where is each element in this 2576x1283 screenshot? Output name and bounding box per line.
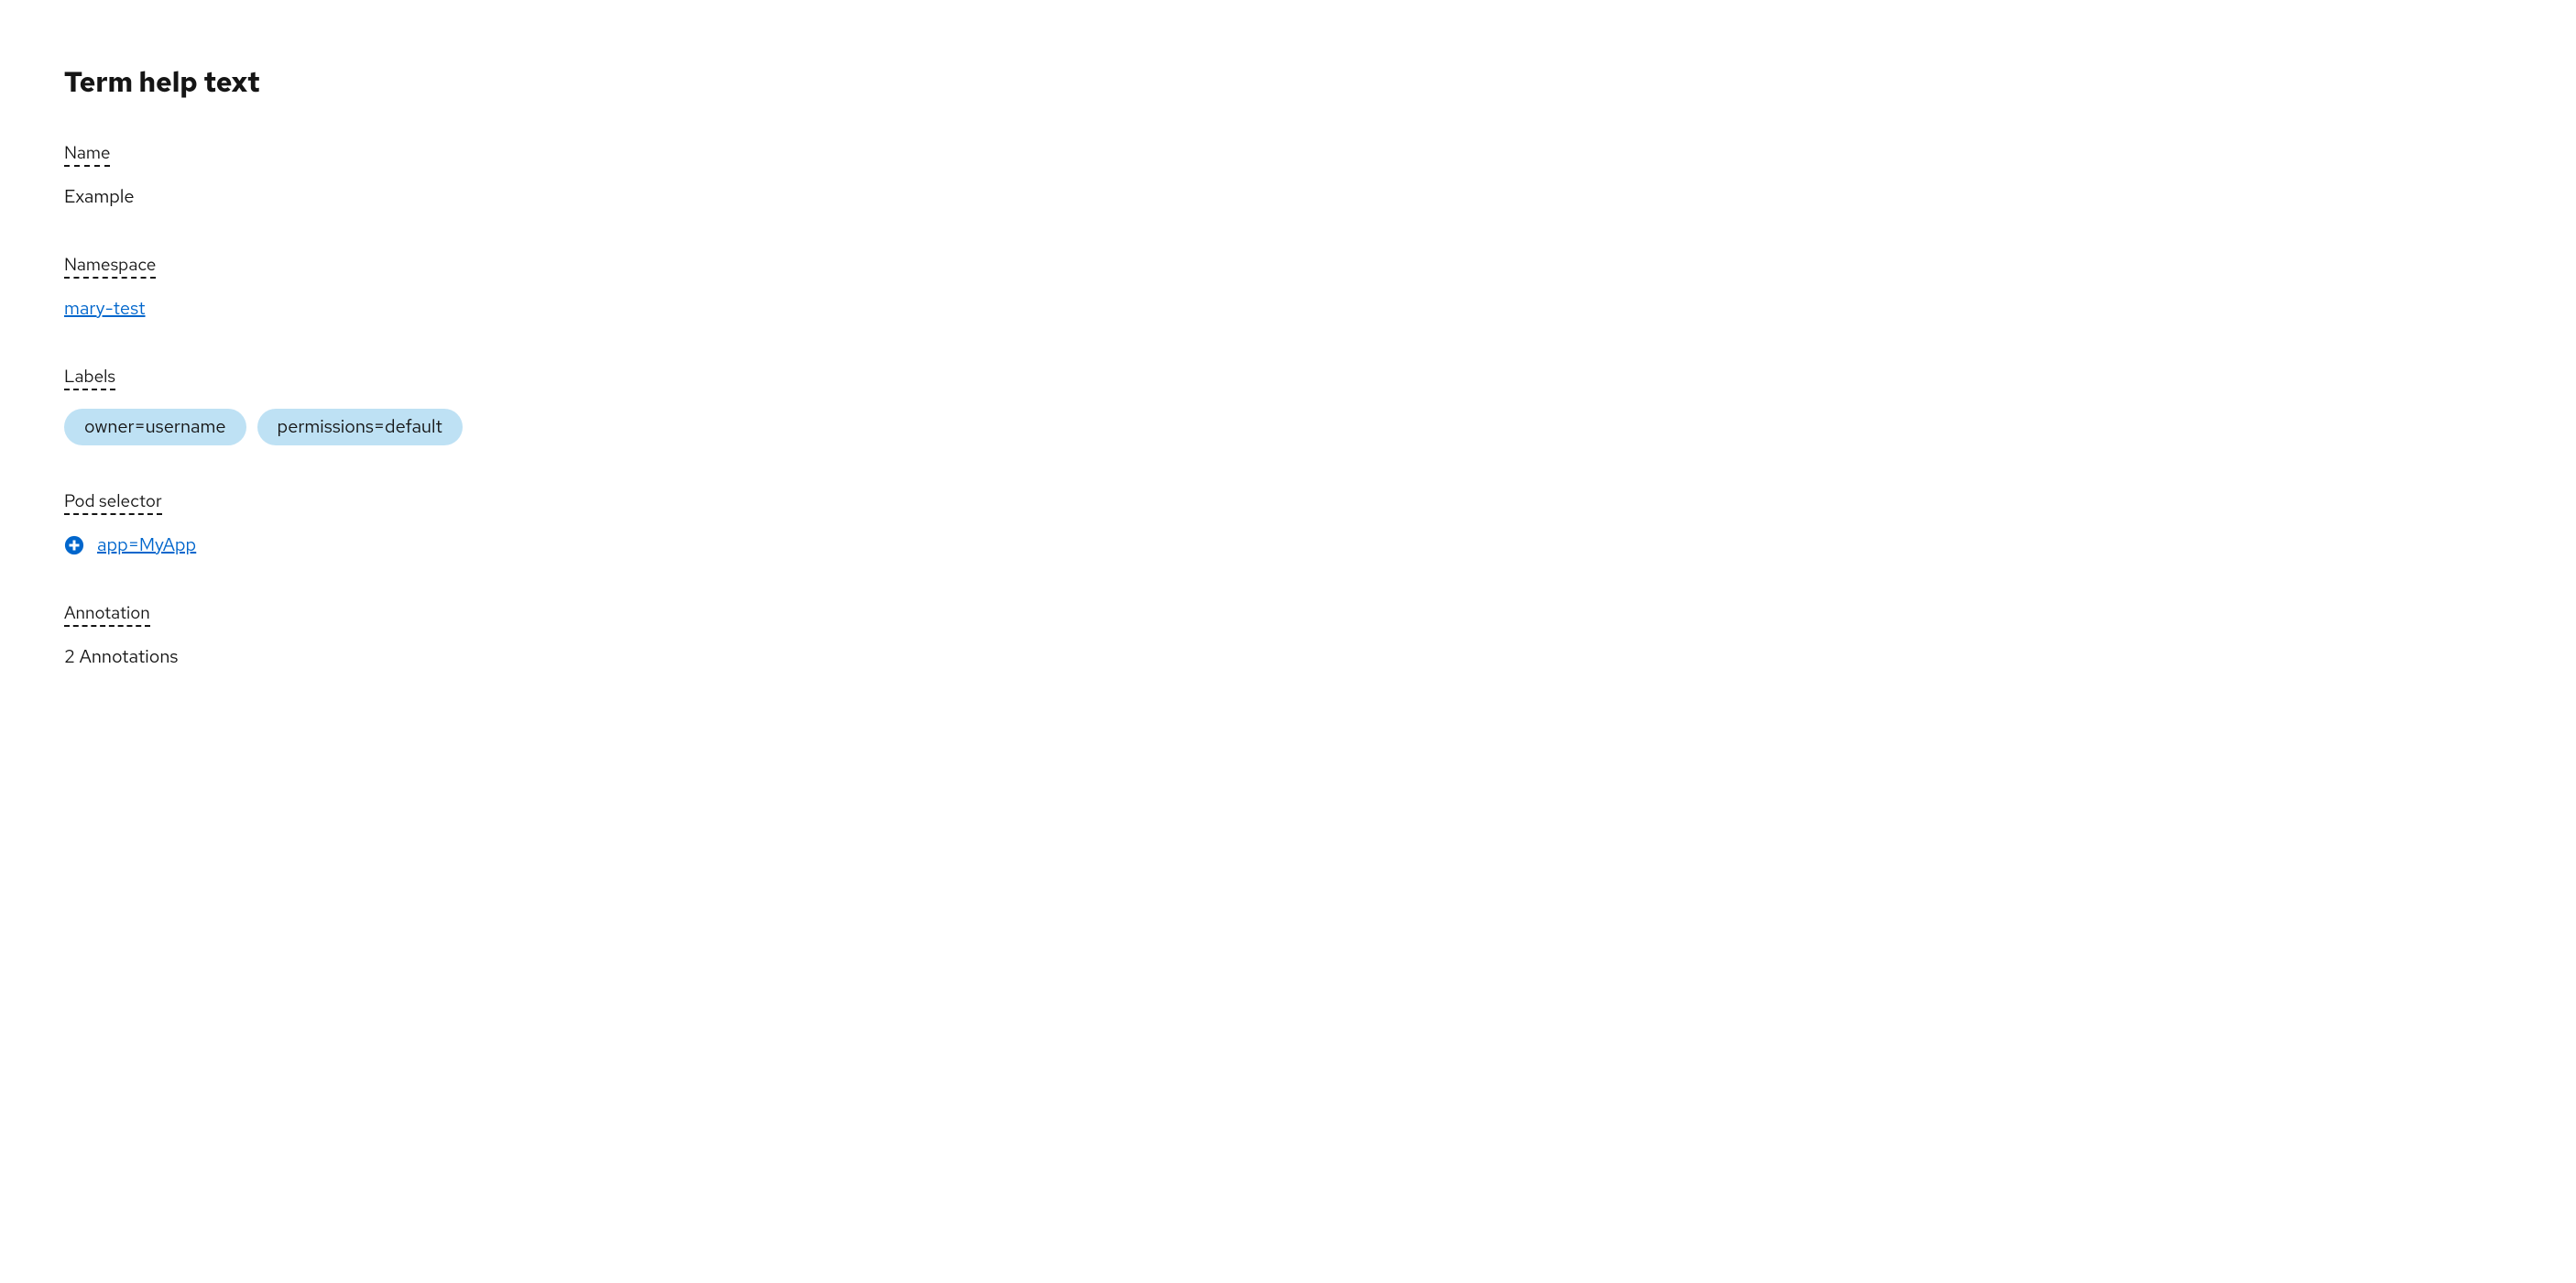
term-value-name: Example [64,185,2512,209]
term-group-name: Name Example [64,141,2512,209]
term-group-annotation: Annotation 2 Annotations [64,601,2512,669]
plus-circle-icon [64,535,84,555]
term-label-pod-selector[interactable]: Pod selector [64,489,162,515]
label-chip[interactable]: owner=username [64,409,246,445]
term-group-pod-selector: Pod selector app=MyApp [64,489,2512,557]
labels-row: owner=username permissions=default [64,409,2512,445]
namespace-link[interactable]: mary-test [64,297,146,321]
pod-selector-row: app=MyApp [64,533,2512,557]
term-group-labels: Labels owner=username permissions=defaul… [64,365,2512,445]
term-group-namespace: Namespace mary-test [64,253,2512,321]
page-container: Term help text Name Example Namespace ma… [0,0,2576,777]
term-label-namespace[interactable]: Namespace [64,253,156,279]
label-chip[interactable]: permissions=default [257,409,463,445]
page-title: Term help text [64,64,2512,101]
term-label-name[interactable]: Name [64,141,110,167]
pod-selector-link[interactable]: app=MyApp [97,533,196,557]
term-label-labels[interactable]: Labels [64,365,115,390]
term-value-annotation: 2 Annotations [64,645,2512,669]
term-label-annotation[interactable]: Annotation [64,601,150,627]
